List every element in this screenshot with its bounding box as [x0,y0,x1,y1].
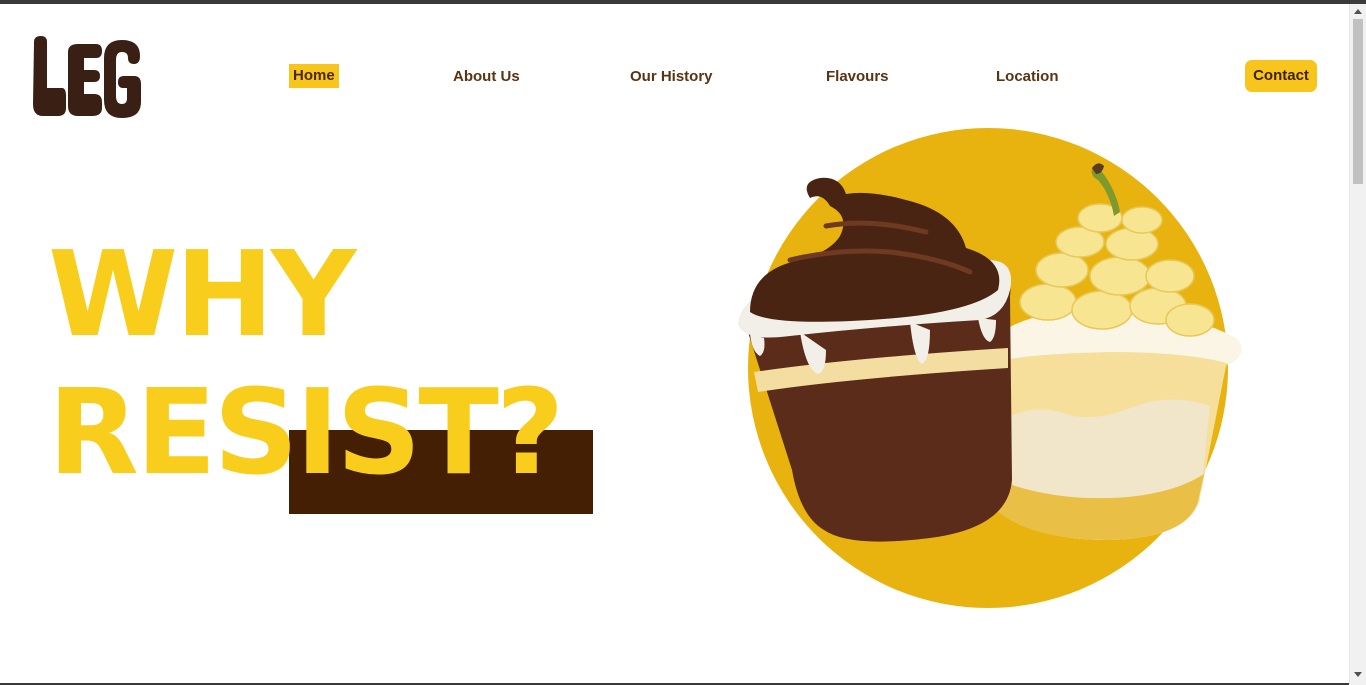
nav-item-our-history[interactable]: Our History [630,66,713,88]
leg-logo-icon [33,36,141,118]
brand-logo[interactable] [30,34,144,118]
dessert-illustration [730,120,1260,620]
nav-item-flavours[interactable]: Flavours [826,66,889,88]
scroll-thumb[interactable] [1353,19,1363,184]
nav-item-home[interactable]: Home [289,64,339,88]
scroll-down-arrow-icon[interactable] [1354,672,1362,677]
nav-item-about-us[interactable]: About Us [453,66,520,88]
hero-headline-line2: RESIST? [48,363,564,501]
scroll-up-arrow-icon[interactable] [1354,9,1362,14]
contact-button[interactable]: Contact [1245,60,1317,92]
chocolate-and-banana-dessert-cups-icon [738,128,1242,608]
hero-headline-line1: WHY [48,225,356,363]
window-top-border [0,0,1366,4]
page-scrollbar[interactable] [1349,4,1366,685]
nav-item-location[interactable]: Location [996,66,1059,88]
